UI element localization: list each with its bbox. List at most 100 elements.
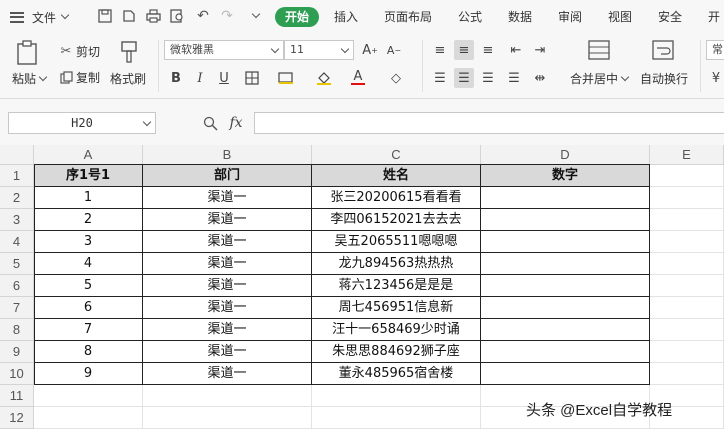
table-cell[interactable]: 2 [34,209,143,231]
row-header-6[interactable]: 6 [0,275,34,297]
currency-icon[interactable]: ¥ [706,68,724,88]
paste-icon[interactable] [16,40,38,66]
row-header-11[interactable]: 11 [0,385,34,407]
table-cell[interactable]: 渠道一 [143,253,312,275]
tab-home[interactable]: 开始 [275,7,320,27]
clear-format-icon[interactable]: ◇ [386,68,406,88]
align-top-icon[interactable]: ≡ [430,40,450,60]
table-cell[interactable]: 渠道一 [143,341,312,363]
cut-button[interactable]: ✂ 剪切 [58,43,100,60]
format-painter-icon[interactable] [120,40,138,64]
merge-center-button[interactable]: 合并居中 [570,70,630,87]
customize-toolbar-icon[interactable] [246,8,264,24]
table-cell[interactable]: 7 [34,319,143,341]
tab-view[interactable]: 视图 [608,7,632,27]
table-cell[interactable]: 1 [34,187,143,209]
empty-cell[interactable] [650,253,724,275]
bold-icon[interactable]: B [166,68,186,88]
increase-indent-icon[interactable]: ⇥ [530,40,550,60]
align-center-icon[interactable]: ☰ [454,68,474,88]
column-header-e[interactable]: E [650,145,724,165]
print-preview-icon[interactable] [168,8,186,24]
empty-cell[interactable] [312,385,481,407]
column-header-d[interactable]: D [481,145,650,165]
paint-bucket-icon[interactable] [314,68,334,88]
table-cell[interactable]: 3 [34,231,143,253]
column-header-c[interactable]: C [312,145,481,165]
fx-icon[interactable]: fx [226,113,246,133]
number-format-select[interactable]: 常 [706,40,724,60]
save-icon[interactable] [96,8,114,24]
increase-font-icon[interactable]: A + [360,40,380,60]
table-cell[interactable]: 渠道一 [143,187,312,209]
tab-more[interactable]: 开 [708,7,720,27]
table-cell[interactable]: 龙九894563热热热 [312,253,481,275]
tab-security[interactable]: 安全 [658,7,682,27]
table-cell[interactable] [481,363,650,385]
table-header-cell[interactable]: 数字 [481,165,650,187]
empty-cell[interactable] [34,407,143,429]
paste-button[interactable]: 粘贴 [12,70,48,87]
tab-review[interactable]: 审阅 [558,7,582,27]
table-cell[interactable]: 汪十一658469少时诵 [312,319,481,341]
empty-cell[interactable] [650,187,724,209]
tab-formulas[interactable]: 公式 [458,7,482,27]
table-cell[interactable]: 吴五2065511嗯嗯嗯 [312,231,481,253]
table-cell[interactable]: 渠道一 [143,319,312,341]
table-header-cell[interactable]: 部门 [143,165,312,187]
table-cell[interactable] [481,187,650,209]
table-cell[interactable]: 9 [34,363,143,385]
table-cell[interactable]: 渠道一 [143,209,312,231]
align-left-icon[interactable]: ☰ [430,68,450,88]
table-cell[interactable]: 5 [34,275,143,297]
column-header-a[interactable]: A [34,145,143,165]
empty-cell[interactable] [143,385,312,407]
table-cell[interactable] [481,253,650,275]
row-header-8[interactable]: 8 [0,319,34,341]
empty-cell[interactable] [650,341,724,363]
row-header-2[interactable]: 2 [0,187,34,209]
table-cell[interactable]: 6 [34,297,143,319]
justify-icon[interactable]: ☰ [504,68,524,88]
tab-insert[interactable]: 插入 [334,7,358,27]
row-header-4[interactable]: 4 [0,231,34,253]
print-icon[interactable] [144,8,162,24]
align-middle-icon[interactable]: ≡ [454,40,474,60]
row-header-10[interactable]: 10 [0,363,34,385]
underline-icon[interactable]: U [214,68,234,88]
table-cell[interactable]: 蒋六123456是是是 [312,275,481,297]
name-box[interactable]: H20 [8,112,156,134]
tab-data[interactable]: 数据 [508,7,532,27]
export-icon[interactable] [120,8,138,24]
table-cell[interactable]: 渠道一 [143,275,312,297]
table-cell[interactable] [481,209,650,231]
decrease-font-icon[interactable]: A − [384,40,404,60]
empty-cell[interactable] [650,165,724,187]
table-cell[interactable]: 8 [34,341,143,363]
table-cell[interactable] [481,231,650,253]
table-cell[interactable]: 周七456951信息新 [312,297,481,319]
wrap-text-icon[interactable] [652,40,674,60]
table-cell[interactable] [481,275,650,297]
format-painter-button[interactable]: 格式刷 [110,70,146,87]
row-header-9[interactable]: 9 [0,341,34,363]
empty-cell[interactable] [143,407,312,429]
table-cell[interactable]: 董永485965宿舍楼 [312,363,481,385]
align-right-icon[interactable]: ☰ [478,68,498,88]
distributed-icon[interactable]: ⇹ [530,68,550,88]
undo-icon[interactable]: ↶ [194,8,212,24]
table-cell[interactable]: 渠道一 [143,363,312,385]
wrap-text-button[interactable]: 自动换行 [640,70,688,87]
table-cell[interactable]: 4 [34,253,143,275]
empty-cell[interactable] [650,363,724,385]
tab-page-layout[interactable]: 页面布局 [384,7,432,27]
table-header-cell[interactable]: 序1号1 [34,165,143,187]
empty-cell[interactable] [650,275,724,297]
file-menu[interactable]: 文件 [10,9,70,25]
row-header-7[interactable]: 7 [0,297,34,319]
table-cell[interactable] [481,297,650,319]
font-name-select[interactable]: 微软雅黑 [164,40,284,60]
redo-icon[interactable]: ↷ [218,8,236,24]
table-cell[interactable]: 渠道一 [143,231,312,253]
table-cell[interactable]: 李四06152021去去去 [312,209,481,231]
